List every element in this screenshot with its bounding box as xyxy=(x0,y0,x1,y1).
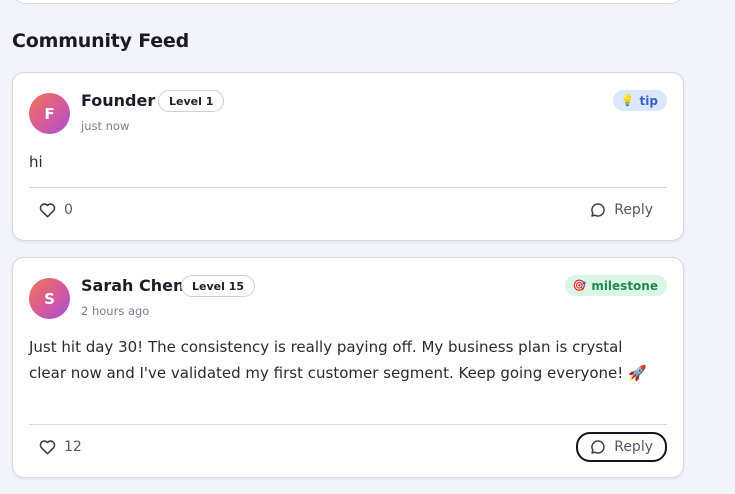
divider xyxy=(29,424,667,425)
section-title: Community Feed xyxy=(12,30,190,52)
author-name[interactable]: Founder xyxy=(81,91,155,110)
divider xyxy=(29,187,667,188)
feed-post: S Sarah Chen Level 15 2 hours ago 🎯 mile… xyxy=(12,257,684,478)
avatar[interactable]: S xyxy=(29,278,70,319)
comment-icon xyxy=(590,439,606,455)
avatar[interactable]: F xyxy=(29,93,70,134)
post-body: Just hit day 30! The consistency is real… xyxy=(29,338,647,382)
tag-label: milestone xyxy=(591,278,658,293)
reply-button[interactable]: Reply xyxy=(576,195,667,225)
target-icon: 🎯 xyxy=(572,279,587,292)
post-timestamp: just now xyxy=(81,119,130,133)
level-badge: Level 15 xyxy=(181,275,256,297)
post-tag-tip: 💡 tip xyxy=(612,90,667,111)
feed-post: F Founder Level 1 just now 💡 tip hi 0 Re… xyxy=(12,72,684,241)
lightbulb-icon: 💡 xyxy=(620,94,635,107)
reply-label: Reply xyxy=(614,439,653,455)
reply-button[interactable]: Reply xyxy=(576,432,667,462)
like-button[interactable]: 0 xyxy=(39,198,73,222)
level-badge: Level 1 xyxy=(158,90,225,112)
heart-icon xyxy=(39,202,56,218)
comment-icon xyxy=(590,202,606,218)
tag-label: tip xyxy=(639,93,658,108)
previous-card-edge xyxy=(13,0,683,4)
like-button[interactable]: 12 xyxy=(39,435,82,459)
author-name[interactable]: Sarah Chen xyxy=(81,276,184,295)
like-count: 0 xyxy=(64,202,73,218)
post-timestamp: 2 hours ago xyxy=(81,304,150,318)
reply-label: Reply xyxy=(614,202,653,218)
post-body: hi xyxy=(29,153,43,171)
like-count: 12 xyxy=(64,439,82,455)
heart-icon xyxy=(39,439,56,455)
post-tag-milestone: 🎯 milestone xyxy=(564,275,667,296)
